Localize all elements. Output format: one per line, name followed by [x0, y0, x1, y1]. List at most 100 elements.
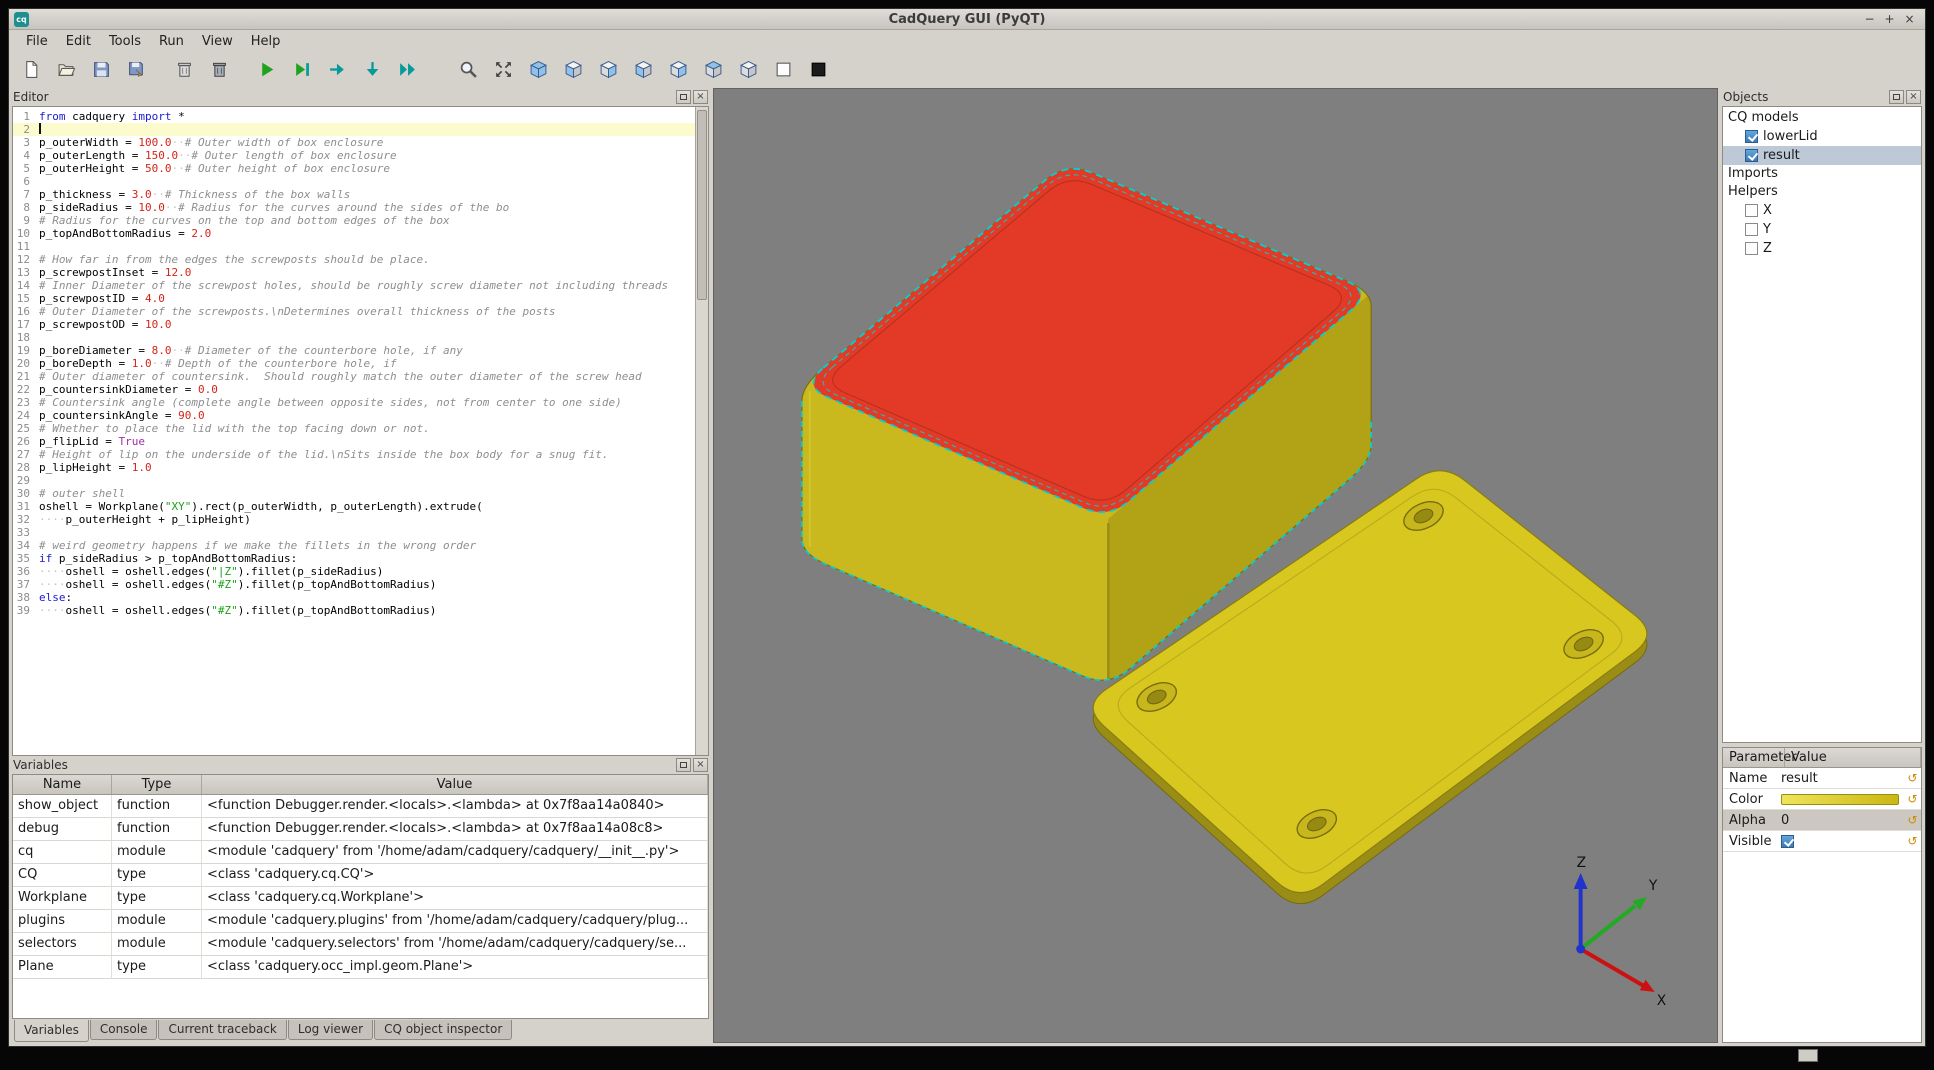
tree-result[interactable]: result: [1723, 146, 1921, 165]
view-back-button[interactable]: [595, 56, 622, 83]
variable-row-Plane[interactable]: Planetype<class 'cadquery.occ_impl.geom.…: [13, 956, 708, 979]
editor-line-27[interactable]: 27# Height of lip on the underside of th…: [13, 448, 695, 461]
editor-line-14[interactable]: 14# Inner Diameter of the screwpost hole…: [13, 279, 695, 292]
debug-button[interactable]: [289, 56, 316, 83]
editor-scrollbar[interactable]: [695, 107, 708, 755]
editor-line-17[interactable]: 17p_screwpostOD = 10.0: [13, 318, 695, 331]
editor-line-38[interactable]: 38else:: [13, 591, 695, 604]
editor-line-26[interactable]: 26p_flipLid = True: [13, 435, 695, 448]
delete-button[interactable]: [206, 56, 233, 83]
param-row-color[interactable]: Color↺: [1723, 789, 1921, 810]
editor-line-6[interactable]: 6: [13, 175, 695, 188]
editor-line-4[interactable]: 4p_outerLength = 150.0··# Outer length o…: [13, 149, 695, 162]
view-bottom-button[interactable]: [735, 56, 762, 83]
save-script-button[interactable]: [88, 56, 115, 83]
editor-line-9[interactable]: 9# Radius for the curves on the top and …: [13, 214, 695, 227]
editor-line-37[interactable]: 37····oshell = oshell.edges("#Z").fillet…: [13, 578, 695, 591]
view-iso-button[interactable]: [525, 56, 552, 83]
editor-line-3[interactable]: 3p_outerWidth = 100.0··# Outer width of …: [13, 136, 695, 149]
visible-checkbox[interactable]: [1781, 835, 1794, 848]
checkbox-z[interactable]: [1745, 242, 1758, 255]
editor-line-34[interactable]: 34# weird geometry happens if we make th…: [13, 539, 695, 552]
menu-tools[interactable]: Tools: [100, 32, 150, 51]
param-value-name[interactable]: result: [1779, 771, 1904, 786]
editor-line-16[interactable]: 16# Outer Diameter of the screwposts.\nD…: [13, 305, 695, 318]
editor-line-5[interactable]: 5p_outerHeight = 50.0··# Outer height of…: [13, 162, 695, 175]
reset-icon[interactable]: ↺: [1904, 792, 1921, 806]
editor-line-28[interactable]: 28p_lipHeight = 1.0: [13, 461, 695, 474]
menu-view[interactable]: View: [193, 32, 242, 51]
titlebar[interactable]: cq CadQuery GUI (PyQT) − + ×: [9, 9, 1925, 30]
editor-line-35[interactable]: 35if p_sideRadius > p_topAndBottomRadius…: [13, 552, 695, 565]
editor-line-1[interactable]: 1from cadquery import *: [13, 110, 695, 123]
open-script-button[interactable]: [53, 56, 80, 83]
variables-header-value[interactable]: Value: [202, 775, 708, 794]
tree-helpers[interactable]: Helpers: [1723, 183, 1921, 201]
variable-row-show_object[interactable]: show_objectfunction<function Debugger.re…: [13, 795, 708, 818]
clear-button[interactable]: [171, 56, 198, 83]
param-value-visible[interactable]: [1779, 835, 1904, 848]
tree-cq-models[interactable]: CQ models: [1723, 109, 1921, 127]
editor-line-22[interactable]: 22p_countersinkDiameter = 0.0: [13, 383, 695, 396]
render-button[interactable]: [254, 56, 281, 83]
value-column-header[interactable]: Value: [1785, 748, 1921, 767]
menu-edit[interactable]: Edit: [57, 32, 100, 51]
editor-line-12[interactable]: 12# How far in from the edges the screwp…: [13, 253, 695, 266]
editor-line-25[interactable]: 25# Whether to place the lid with the to…: [13, 422, 695, 435]
editor-line-23[interactable]: 23# Countersink angle (complete angle be…: [13, 396, 695, 409]
view-front-button[interactable]: [560, 56, 587, 83]
fit-all-button[interactable]: [490, 56, 517, 83]
editor-scrollbar-thumb[interactable]: [697, 110, 707, 300]
close-panel-icon[interactable]: ×: [1906, 90, 1921, 104]
editor-line-30[interactable]: 30# outer shell: [13, 487, 695, 500]
editor-line-7[interactable]: 7p_thickness = 3.0··# Thickness of the b…: [13, 188, 695, 201]
color-swatch[interactable]: [1781, 794, 1899, 805]
editor-line-39[interactable]: 39····oshell = oshell.edges("#Z").fillet…: [13, 604, 695, 617]
variables-header-type[interactable]: Type: [112, 775, 202, 794]
param-value-color[interactable]: [1779, 794, 1904, 805]
view-top-button[interactable]: [700, 56, 727, 83]
maximize-button[interactable]: +: [1881, 12, 1898, 27]
editor-line-20[interactable]: 20p_boreDepth = 1.0··# Depth of the coun…: [13, 357, 695, 370]
editor-line-11[interactable]: 11: [13, 240, 695, 253]
param-row-alpha[interactable]: Alpha0↺: [1723, 810, 1921, 831]
editor-line-29[interactable]: 29: [13, 474, 695, 487]
minimize-button[interactable]: −: [1861, 12, 1878, 27]
param-row-visible[interactable]: Visible↺: [1723, 831, 1921, 852]
tab-console[interactable]: Console: [90, 1020, 158, 1040]
save-as-button[interactable]: [123, 56, 150, 83]
checkbox-result[interactable]: [1745, 149, 1758, 162]
tree-imports[interactable]: Imports: [1723, 165, 1921, 183]
window-size-grip[interactable]: [1798, 1049, 1818, 1062]
editor-line-15[interactable]: 15p_screwpostID = 4.0: [13, 292, 695, 305]
variable-row-Workplane[interactable]: Workplanetype<class 'cadquery.cq.Workpla…: [13, 887, 708, 910]
editor-line-18[interactable]: 18: [13, 331, 695, 344]
tab-current-traceback[interactable]: Current traceback: [158, 1020, 286, 1040]
editor-line-13[interactable]: 13p_screwpostInset = 12.0: [13, 266, 695, 279]
parameter-column-header[interactable]: Parameter: [1723, 748, 1785, 767]
variable-row-plugins[interactable]: pluginsmodule<module 'cadquery.plugins' …: [13, 910, 708, 933]
close-panel-icon[interactable]: ×: [693, 758, 708, 772]
view-left-button[interactable]: [630, 56, 657, 83]
viewport-3d[interactable]: Z Y X: [713, 88, 1718, 1043]
reset-icon[interactable]: ↺: [1904, 771, 1921, 785]
close-panel-icon[interactable]: ×: [693, 90, 708, 104]
variables-header-name[interactable]: Name: [13, 775, 112, 794]
editor-line-2[interactable]: 2: [13, 123, 695, 136]
float-panel-icon[interactable]: [676, 90, 691, 104]
reset-icon[interactable]: ↺: [1904, 834, 1921, 848]
shaded-button[interactable]: [805, 56, 832, 83]
tree-z[interactable]: Z: [1723, 239, 1921, 258]
variable-row-CQ[interactable]: CQtype<class 'cadquery.cq.CQ'>: [13, 864, 708, 887]
editor-line-8[interactable]: 8p_sideRadius = 10.0··# Radius for the c…: [13, 201, 695, 214]
checkbox-lowerlid[interactable]: [1745, 130, 1758, 143]
editor-line-10[interactable]: 10p_topAndBottomRadius = 2.0: [13, 227, 695, 240]
view-right-button[interactable]: [665, 56, 692, 83]
editor-line-19[interactable]: 19p_boreDiameter = 8.0··# Diameter of th…: [13, 344, 695, 357]
3d-canvas[interactable]: Z Y X: [714, 89, 1717, 1042]
zoom-button[interactable]: [455, 56, 482, 83]
checkbox-y[interactable]: [1745, 223, 1758, 236]
menu-help[interactable]: Help: [242, 32, 290, 51]
editor-line-33[interactable]: 33: [13, 526, 695, 539]
variable-row-debug[interactable]: debugfunction<function Debugger.render.<…: [13, 818, 708, 841]
